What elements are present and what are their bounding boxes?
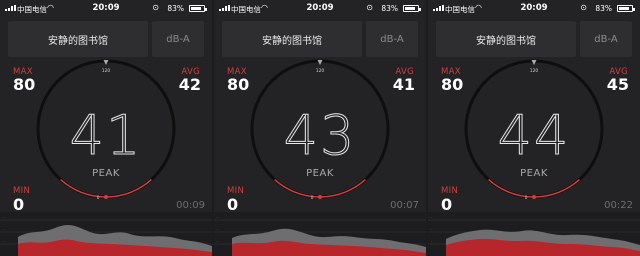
orientation-lock-icon: ⊙ [152,3,159,12]
current-reading: 44 [497,104,571,168]
battery-icon [403,5,421,12]
orientation-lock-icon: ⊙ [580,3,587,12]
gauge-bottom-marker-icon [104,195,108,199]
battery-percent: 83% [167,4,184,13]
orientation-lock-icon: ⊙ [366,3,373,12]
avg-value: 41 [392,75,415,94]
elapsed-timer: 00:09 [176,200,205,211]
gauge-top-marker-label: 120 [102,68,111,74]
status-bar: 中国电信 ◠ 20:09 ⊙ 83% [214,0,426,18]
screenshot-strip: 中国电信 ◠ 20:09 ⊙ 83% 安静的图书馆 dB-A MAX 80 AV… [0,0,640,256]
graph-axis-tick: · [3,227,4,232]
top-controls: 安静的图书馆 dB-A [436,21,632,57]
environment-button[interactable]: 安静的图书馆 [222,21,362,57]
avg-value: 45 [606,75,629,94]
peak-label: PEAK [92,168,120,179]
graph-axis-tick: · [431,239,432,244]
gauge-bottom-marker-icon [532,195,536,199]
level-history-graph: · · · [428,212,640,256]
peak-label: PEAK [520,168,548,179]
elapsed-timer: 00:22 [604,200,633,211]
phone-screen-1: 中国电信 ◠ 20:09 ⊙ 83% 安静的图书馆 dB-A MAX 80 AV… [0,0,212,256]
battery-percent: 83% [381,4,398,13]
elapsed-timer: 00:07 [390,200,419,211]
max-value: 80 [13,75,36,94]
graph-axis-tick: · [217,227,218,232]
max-value: 80 [227,75,250,94]
graph-axis-tick: · [217,215,218,220]
status-bar: 中国电信 ◠ 20:09 ⊙ 83% [0,0,212,18]
level-history-graph: · · · [214,212,426,256]
gauge-top-marker-label: 120 [530,68,539,74]
battery-percent: 83% [595,4,612,13]
gauge-bottom-marker-icon [318,195,322,199]
gauge-top-marker-label: 120 [316,68,325,74]
unit-button[interactable]: dB-A [580,21,632,57]
battery-icon [617,5,635,12]
current-reading: 41 [69,104,143,168]
top-controls: 安静的图书馆 dB-A [8,21,204,57]
graph-axis-tick: · [3,239,4,244]
phone-screen-3: 中国电信 ◠ 20:09 ⊙ 83% 安静的图书馆 dB-A MAX 80 AV… [428,0,640,256]
avg-value: 42 [178,75,201,94]
gauge-bottom-marker-label: 0 [97,195,100,201]
peak-label: PEAK [306,168,334,179]
top-controls: 安静的图书馆 dB-A [222,21,418,57]
unit-button[interactable]: dB-A [152,21,204,57]
battery-icon [189,5,207,12]
environment-button[interactable]: 安静的图书馆 [8,21,148,57]
current-reading: 43 [283,104,357,168]
graph-axis-tick: · [3,215,4,220]
graph-axis-tick: · [431,227,432,232]
environment-button[interactable]: 安静的图书馆 [436,21,576,57]
graph-axis-tick: · [431,215,432,220]
status-bar: 中国电信 ◠ 20:09 ⊙ 83% [428,0,640,18]
level-history-graph: · · · [0,212,212,256]
gauge-bottom-marker-label: 0 [525,195,528,201]
graph-axis-tick: · [217,239,218,244]
unit-button[interactable]: dB-A [366,21,418,57]
gauge-bottom-marker-label: 0 [311,195,314,201]
phone-screen-2: 中国电信 ◠ 20:09 ⊙ 83% 安静的图书馆 dB-A MAX 80 AV… [214,0,426,256]
max-value: 80 [441,75,464,94]
